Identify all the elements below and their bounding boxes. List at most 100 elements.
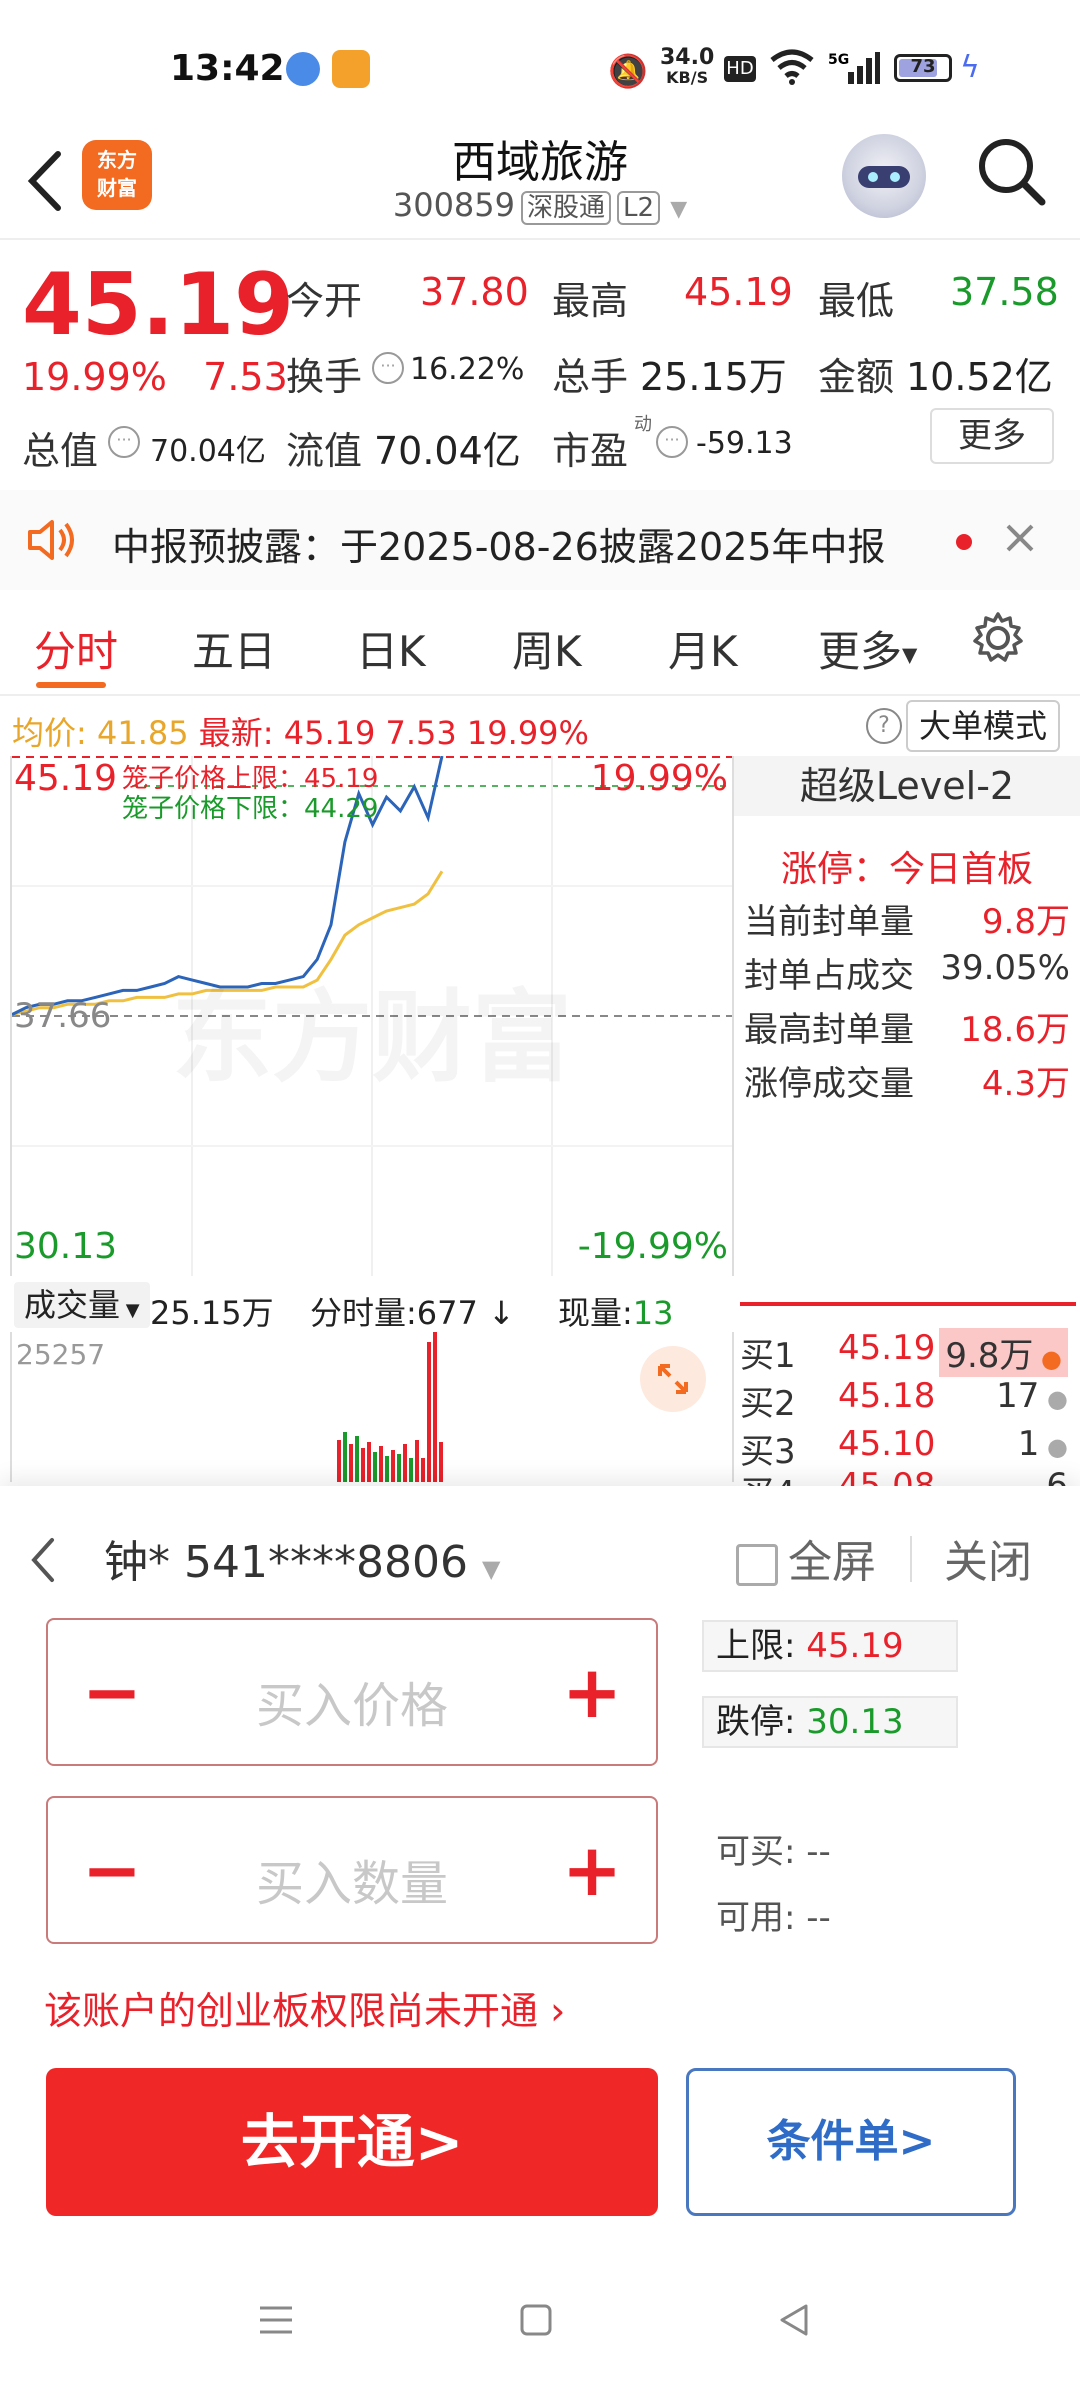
volume-bar bbox=[397, 1454, 401, 1482]
level2-row: 封单占成交 39.05% bbox=[744, 948, 1070, 997]
upper-limit-box[interactable]: 上限: 45.19 bbox=[702, 1620, 958, 1672]
level2-title[interactable]: 超级Level-2 bbox=[734, 756, 1080, 816]
low-value: 37.58 bbox=[950, 270, 1059, 314]
increase-quantity-button[interactable]: + bbox=[542, 1818, 642, 1926]
permission-warning-link[interactable]: 该账户的创业板权限尚未开通 › bbox=[44, 1980, 565, 2035]
row-value: 4.3万 bbox=[981, 1064, 1070, 1104]
can-buy: 可买: -- bbox=[716, 1824, 831, 1873]
shenguotong-tag: 深股通 bbox=[521, 191, 612, 225]
tabs-divider bbox=[0, 694, 1080, 696]
tab-intraday[interactable]: 分时 bbox=[34, 618, 118, 679]
info-icon[interactable]: ··· bbox=[372, 352, 404, 384]
back-nav-icon[interactable] bbox=[764, 2290, 824, 2350]
tab-monthly-k[interactable]: 月K bbox=[668, 618, 738, 679]
latest-label: 最新: bbox=[198, 714, 274, 752]
info-line: 均价: 41.85 最新: 45.19 7.53 19.99% bbox=[12, 708, 589, 754]
mute-icon: 🔕 bbox=[608, 52, 648, 90]
bid-label: 买2 bbox=[740, 1384, 796, 1424]
can-buy-label: 可买: bbox=[716, 1832, 796, 1872]
bid-row: 买1 45.19 9.8万 ● bbox=[740, 1328, 1076, 1377]
limit-up-status: 涨停：今日首板 bbox=[780, 849, 1033, 890]
gear-icon[interactable] bbox=[968, 608, 1028, 672]
more-button[interactable]: 更多 bbox=[930, 408, 1054, 464]
chart-bottom-pct: -19.99% bbox=[577, 1226, 728, 1267]
back-icon[interactable] bbox=[22, 1530, 62, 1594]
cage-lower-label: 笼子价格下限：44.29 bbox=[122, 794, 379, 824]
amount-label: 金额 bbox=[818, 355, 895, 399]
volume-bar bbox=[379, 1446, 383, 1482]
current-volume-value: 13 bbox=[632, 1294, 674, 1332]
turnover-label: 换手 bbox=[286, 355, 363, 399]
l2-tag: L2 bbox=[617, 191, 661, 225]
tab-weekly-k[interactable]: 周K bbox=[512, 618, 582, 679]
current-volume: 现量:13 bbox=[558, 1288, 674, 1334]
speaker-icon bbox=[26, 516, 80, 568]
high-label: 最高 bbox=[552, 279, 629, 323]
chevron-down-icon: ▼ bbox=[481, 1555, 501, 1583]
battery-level: 73 bbox=[910, 56, 936, 77]
open-value: 37.80 bbox=[420, 270, 529, 314]
volume-bar bbox=[391, 1450, 395, 1482]
intraday-chart[interactable]: 东方财富 45.19 笼子价格上限：45.19 笼子价格下限：44.29 19.… bbox=[10, 756, 734, 1276]
tab-five-day[interactable]: 五日 bbox=[192, 618, 276, 679]
volume-bar bbox=[337, 1440, 341, 1482]
fullscreen-button[interactable]: 全屏 bbox=[736, 1526, 876, 1590]
volume-bar bbox=[361, 1448, 365, 1482]
arrow-down-icon: ↓ bbox=[488, 1294, 515, 1332]
big-order-mode-button[interactable]: 大单模式 bbox=[906, 700, 1060, 752]
status-time: 13:42 bbox=[170, 48, 285, 89]
chevron-down-icon: ▼ bbox=[120, 1300, 140, 1321]
menu-nav-icon[interactable] bbox=[246, 2290, 306, 2350]
mktcap-label: 总值 bbox=[22, 429, 99, 473]
mktcap-value: 70.04亿 bbox=[150, 434, 266, 469]
dropdown-icon[interactable]: ▼ bbox=[670, 197, 687, 222]
open-permission-button[interactable]: 去开通> bbox=[46, 2068, 658, 2216]
level2-panel: 超级Level-2 涨停：今日首板 当前封单量 9.8万 封单占成交 39.05% … bbox=[734, 756, 1080, 1276]
bid-price: 45.19 bbox=[838, 1328, 936, 1368]
account-selector[interactable]: 钟* 541****8806 ▼ bbox=[104, 1526, 500, 1590]
volume-bar bbox=[433, 1332, 437, 1482]
tab-more[interactable]: 更多▼ bbox=[818, 618, 917, 679]
account-name: 钟* 541****8806 bbox=[104, 1537, 468, 1588]
quantity-stepper[interactable]: − 买入数量 + bbox=[46, 1796, 658, 1944]
latest-change: 7.53 bbox=[385, 714, 457, 752]
volume-label: 总手 bbox=[552, 355, 629, 399]
notice-text: 中报预披露：于2025-08-26披露2025年中报 bbox=[112, 525, 886, 569]
search-icon[interactable] bbox=[972, 132, 1052, 212]
volume-bar bbox=[355, 1436, 359, 1482]
notice-bar[interactable]: 中报预披露：于2025-08-26披露2025年中报 bbox=[0, 490, 1080, 590]
bid-qty-wrap: 1 ● bbox=[1017, 1424, 1068, 1464]
bid-label: 买1 bbox=[740, 1336, 796, 1376]
bid-qty-highlight: 9.8万 ● bbox=[939, 1328, 1068, 1377]
lower-limit-box[interactable]: 跌停: 30.13 bbox=[702, 1696, 958, 1748]
level2-row: 最高封单量 18.6万 bbox=[744, 1002, 1070, 1051]
bid-row: 买2 45.18 17 ● bbox=[740, 1376, 1076, 1425]
price-stepper[interactable]: − 买入价格 + bbox=[46, 1618, 658, 1766]
close-icon[interactable] bbox=[1000, 518, 1040, 562]
net-speed: 34.0 KB/S bbox=[660, 47, 714, 88]
chart-top-price: 45.19 bbox=[14, 758, 118, 799]
help-icon[interactable]: ? bbox=[866, 708, 902, 744]
volume-bar bbox=[373, 1452, 377, 1482]
lower-limit-value: 30.13 bbox=[806, 1702, 904, 1742]
open-label: 今开 bbox=[286, 279, 363, 323]
assistant-robot-icon[interactable] bbox=[842, 134, 926, 218]
chart-top-pct: 19.99% bbox=[590, 758, 728, 799]
increase-price-button[interactable]: + bbox=[542, 1640, 642, 1748]
can-use-label: 可用: bbox=[716, 1898, 796, 1938]
row-label: 当前封单量 bbox=[744, 902, 914, 942]
volume-indicator-select[interactable]: 成交量 ▼ bbox=[14, 1282, 150, 1328]
turnover-value: 16.22% bbox=[410, 352, 525, 387]
high-value: 45.19 bbox=[684, 270, 793, 314]
close-button[interactable]: 关闭 bbox=[944, 1526, 1032, 1590]
home-nav-icon[interactable] bbox=[506, 2290, 566, 2350]
chart-base-price: 37.66 bbox=[14, 996, 112, 1036]
tab-daily-k[interactable]: 日K bbox=[356, 618, 426, 679]
conditional-order-button[interactable]: 条件单> bbox=[686, 2068, 1016, 2216]
info-icon[interactable]: ··· bbox=[656, 426, 688, 458]
low-label: 最低 bbox=[818, 279, 895, 323]
info-icon[interactable]: ··· bbox=[108, 426, 140, 458]
upper-limit-value: 45.19 bbox=[806, 1626, 904, 1666]
expand-icon[interactable] bbox=[640, 1346, 706, 1412]
volume-value: 25.15万 bbox=[640, 355, 787, 399]
